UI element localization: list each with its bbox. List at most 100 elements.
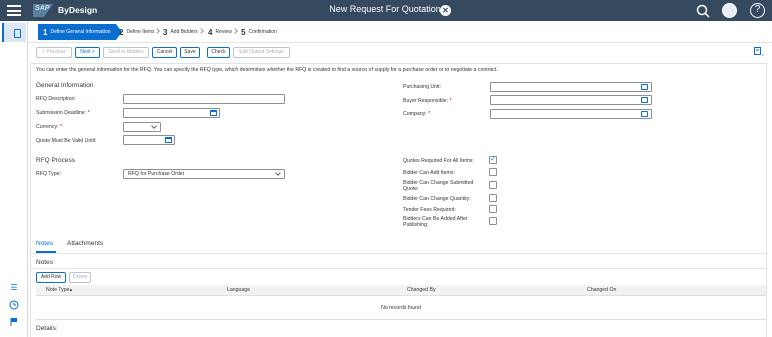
bidder-add-items-label: Bidder Can Add Items: xyxy=(403,170,455,176)
column-changed-by[interactable]: Changed By xyxy=(407,287,436,293)
info-text: You can enter the general information fo… xyxy=(36,67,498,73)
quote-valid-until-input[interactable] xyxy=(123,135,175,145)
clock-icon[interactable] xyxy=(9,300,19,310)
required-mark: * xyxy=(428,111,431,117)
step-number: 3 xyxy=(163,27,168,37)
chevron-down-icon xyxy=(275,170,281,176)
notes-title: Notes xyxy=(36,259,53,266)
rfq-process-title: RFQ Process xyxy=(36,157,76,164)
calendar-icon[interactable] xyxy=(210,110,217,116)
bidder-change-quantity-label: Bidder Can Change Quantity: xyxy=(403,196,471,202)
column-note-type[interactable]: Note Type▴ xyxy=(46,287,72,293)
step-number: 1 xyxy=(43,27,48,37)
tender-fees-checkbox[interactable] xyxy=(489,205,497,213)
column-language[interactable]: Language xyxy=(227,287,250,293)
bidder-change-quote-checkbox[interactable] xyxy=(489,181,497,189)
label-text: Buyer Responsible: xyxy=(403,98,448,104)
buyer-responsible-input[interactable] xyxy=(490,95,652,105)
step-label: Define Items xyxy=(126,29,155,35)
label-text: Submission Deadline: xyxy=(36,110,87,116)
bidder-change-quote-label: Bidder Can Change Submitted Quote: xyxy=(403,180,474,192)
label-text: Currency: xyxy=(36,124,59,130)
flag-icon[interactable] xyxy=(9,317,19,327)
app-name: ByDesign xyxy=(58,5,98,15)
close-icon[interactable]: ✕ xyxy=(440,5,451,16)
menu-icon[interactable] xyxy=(7,5,21,16)
purchasing-unit-input[interactable] xyxy=(490,82,652,92)
layout-settings-icon[interactable] xyxy=(754,47,764,56)
tender-fees-label: Tender Fees Required: xyxy=(403,207,456,213)
bidder-change-quantity-checkbox[interactable] xyxy=(489,194,497,202)
step-number: 2 xyxy=(119,27,124,37)
details-title: Details: xyxy=(36,325,58,332)
next-button[interactable]: Next > xyxy=(75,47,100,58)
quotes-required-checkbox[interactable]: ✓ xyxy=(489,156,497,164)
nav-item-document[interactable] xyxy=(2,23,26,42)
bidders-after-publishing-label: Bidders Can Be Added After Publishing: xyxy=(403,216,468,228)
wizard-step-3[interactable]: 3 Add Bidders xyxy=(158,24,203,40)
document-icon xyxy=(14,29,21,38)
help-icon[interactable]: ? xyxy=(750,3,765,18)
rfq-type-label: RFQ Type: xyxy=(36,171,61,177)
wizard-step-5[interactable]: 5 Confirmation xyxy=(236,24,282,40)
tab-notes[interactable]: Notes xyxy=(36,240,53,247)
currency-label: Currency: * xyxy=(36,124,62,130)
bidders-after-publishing-checkbox[interactable] xyxy=(489,217,497,225)
edit-output-settings-button[interactable]: Edit Output Settings xyxy=(233,47,290,58)
rfq-description-input[interactable] xyxy=(123,94,285,104)
column-label: Note Type xyxy=(46,287,70,293)
shell-bar: SAP ByDesign New Request For Quotation ✕… xyxy=(0,0,772,21)
wizard-steps: 1 Define General Information 2 Define It… xyxy=(28,21,772,43)
required-mark: * xyxy=(87,110,90,116)
value-help-icon[interactable] xyxy=(641,84,648,90)
submission-deadline-input[interactable] xyxy=(123,108,220,118)
left-navigation: ☰ xyxy=(0,21,28,337)
submission-deadline-label: Submission Deadline: * xyxy=(36,110,90,116)
notes-empty-message: No records found xyxy=(36,296,766,320)
divider xyxy=(30,268,766,269)
tab-attachments[interactable]: Attachments xyxy=(67,240,103,247)
label-text: Company: xyxy=(403,111,427,117)
rfq-description-label: RFQ Description: xyxy=(36,96,76,102)
step-number: 5 xyxy=(241,27,246,37)
delete-button[interactable]: Delete xyxy=(69,272,91,283)
sap-logo-text: SAP xyxy=(35,5,50,12)
buyer-responsible-label: Buyer Responsible: * xyxy=(403,98,451,104)
wizard-step-1[interactable]: 1 Define General Information xyxy=(38,24,121,40)
step-label: Confirmation xyxy=(248,29,277,35)
divider xyxy=(30,253,766,254)
bidder-add-items-checkbox[interactable] xyxy=(489,168,497,176)
check-button[interactable]: Check xyxy=(207,47,230,58)
search-icon[interactable] xyxy=(696,4,710,18)
sort-ascending-icon: ▴ xyxy=(69,287,73,293)
company-label: Company: * xyxy=(403,111,430,117)
quotes-required-label: Quotes Required For All Items: xyxy=(403,158,474,164)
chevron-down-icon xyxy=(151,123,157,129)
wizard-step-4[interactable]: 4 Review xyxy=(203,24,237,40)
required-mark: * xyxy=(449,98,452,104)
calendar-icon[interactable] xyxy=(165,137,172,143)
send-to-bidders-button[interactable]: Send to Bidders xyxy=(103,47,149,58)
wizard-step-2[interactable]: 2 Define Items xyxy=(114,24,160,40)
save-button[interactable]: Save xyxy=(180,47,200,58)
rfq-type-value: RFQ for Purchase Order xyxy=(128,171,185,177)
cancel-button[interactable]: Cancel xyxy=(152,47,177,58)
step-number: 4 xyxy=(208,27,213,37)
general-information-title: General Information xyxy=(36,82,94,89)
required-mark: * xyxy=(59,124,62,130)
list-icon[interactable]: ☰ xyxy=(9,283,19,293)
quote-valid-until-label: Quote Must Be Valid Until: xyxy=(36,138,97,144)
toolbar: < Previous Next > Send to Bidders Cancel… xyxy=(28,43,772,63)
value-help-icon[interactable] xyxy=(641,97,648,103)
user-avatar-icon[interactable] xyxy=(722,3,737,18)
rfq-type-select[interactable]: RFQ for Purchase Order xyxy=(123,169,285,179)
previous-button[interactable]: < Previous xyxy=(36,47,72,58)
add-row-button[interactable]: Add Row xyxy=(36,272,66,283)
column-changed-on[interactable]: Changed On xyxy=(587,287,616,293)
notes-table-header: Note Type▴ Language Changed By Changed O… xyxy=(36,285,766,296)
step-label: Add Bidders xyxy=(170,29,198,35)
value-help-icon[interactable] xyxy=(641,111,648,117)
step-label: Define General Information xyxy=(50,29,111,35)
company-input[interactable] xyxy=(490,109,652,119)
currency-select[interactable] xyxy=(123,122,161,132)
